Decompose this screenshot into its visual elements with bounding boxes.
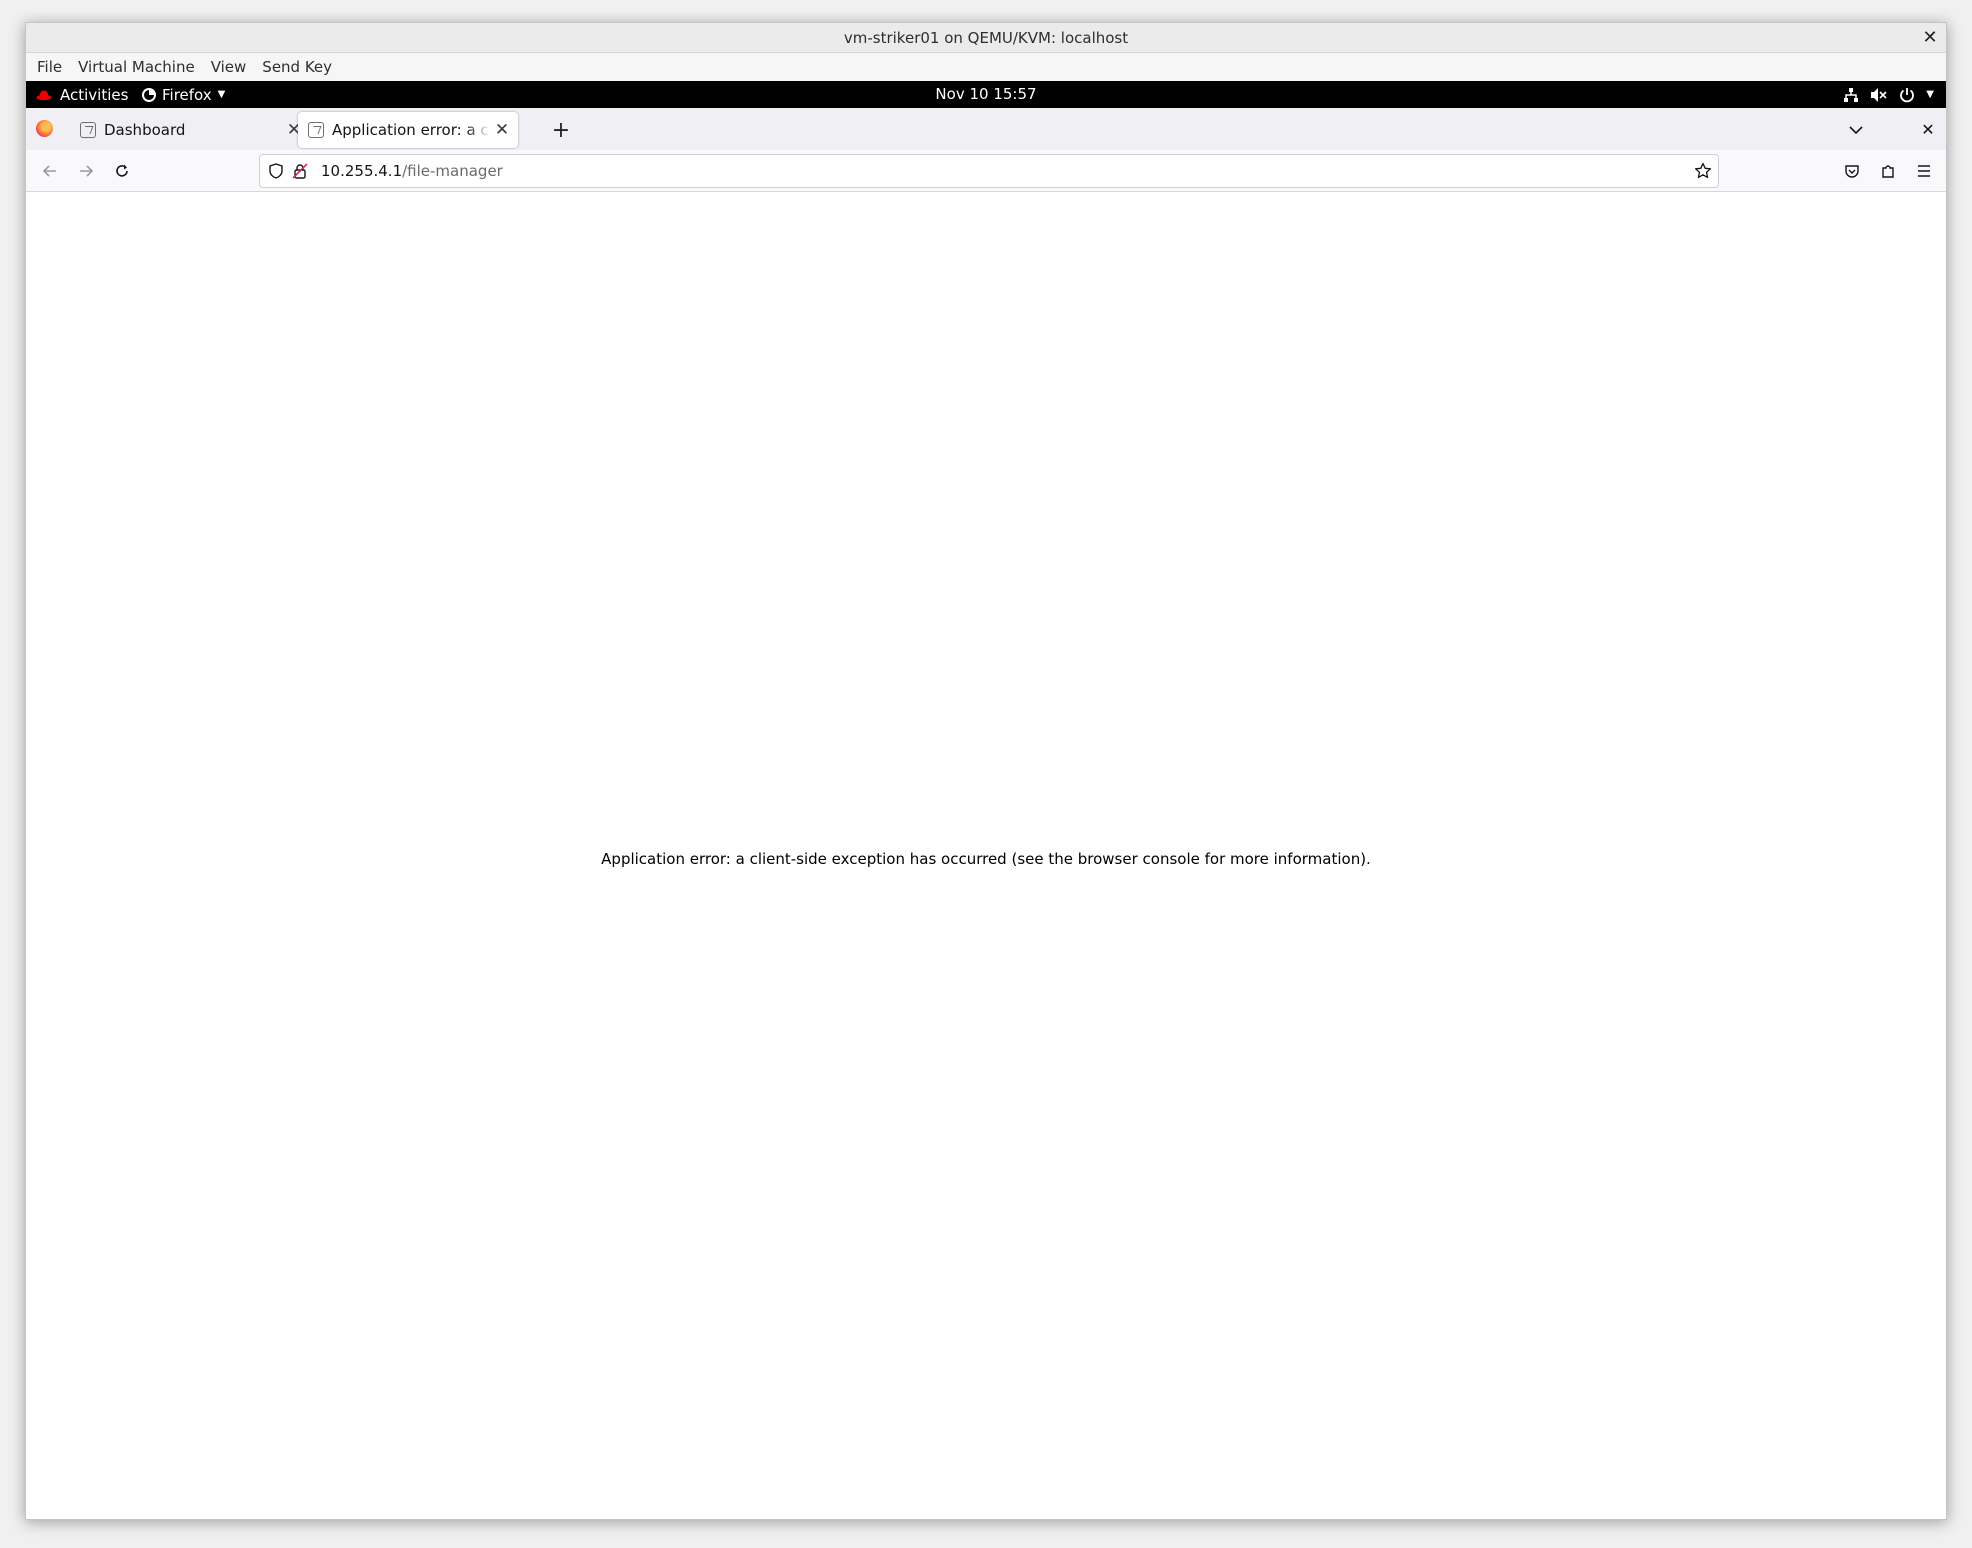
menu-virtual-machine[interactable]: Virtual Machine [70,53,203,81]
insecure-lock-icon[interactable] [292,163,308,179]
volume-muted-icon [1870,86,1888,104]
browser-close-icon[interactable]: ✕ [1916,118,1940,142]
reload-button[interactable] [110,159,134,183]
menu-file[interactable]: File [29,53,70,81]
window-title: vm-striker01 on QEMU/KVM: localhost [843,29,1129,47]
extensions-puzzle-icon[interactable] [1876,159,1900,183]
bookmark-star-icon[interactable] [1694,162,1712,180]
tray-caret-icon: ▼ [1926,89,1934,100]
navigation-toolbar: 10.255.4.1/file-manager [26,150,1946,192]
firefox-view-icon[interactable] [36,120,53,137]
back-button[interactable] [38,159,62,183]
vm-viewer-window: vm-striker01 on QEMU/KVM: localhost ✕ Fi… [25,22,1947,1520]
new-tab-button[interactable]: + [547,117,575,145]
system-tray[interactable]: ▼ [1842,81,1934,108]
url-host: 10.255.4.1 [321,162,403,180]
menubar: File Virtual Machine View Send Key [26,53,1946,81]
url-path: /file-manager [402,162,503,180]
tab-dashboard[interactable]: Dashboard ✕ [70,112,310,148]
toolbar-right [1840,159,1936,183]
tracking-protection-shield-icon[interactable] [268,163,284,179]
error-message: Application error: a client-side excepti… [601,850,1371,868]
tab-close-icon[interactable]: ✕ [490,118,514,142]
forward-arrow-icon [78,163,94,179]
tab-label: Application error: a client-side excepti… [332,121,490,139]
menu-send-key[interactable]: Send Key [254,53,340,81]
forward-button[interactable] [74,159,98,183]
tab-favicon-icon [80,122,96,138]
clock[interactable]: Nov 10 15:57 [26,81,1946,108]
tab-favicon-icon [308,122,324,138]
gnome-top-bar: Activities Firefox ▼ Nov 10 15:57 ▼ [26,81,1946,108]
list-all-tabs-button[interactable] [1844,118,1868,142]
pocket-icon[interactable] [1840,159,1864,183]
tab-strip: Dashboard ✕ Application error: a client-… [26,108,1946,150]
hamburger-menu-icon[interactable] [1912,159,1936,183]
menu-view[interactable]: View [203,53,255,81]
url-bar[interactable]: 10.255.4.1/file-manager [259,154,1719,188]
window-titlebar[interactable]: vm-striker01 on QEMU/KVM: localhost ✕ [26,23,1946,53]
chevron-down-icon [1849,125,1863,135]
page-content: Application error: a client-side excepti… [26,193,1946,1519]
tab-application-error[interactable]: Application error: a client-side excepti… [298,112,518,148]
back-arrow-icon [42,163,58,179]
network-icon [1842,86,1860,104]
reload-icon [114,163,130,179]
url-text: 10.255.4.1/file-manager [321,155,503,187]
window-close-icon[interactable]: ✕ [1918,26,1942,50]
power-icon [1898,86,1916,104]
tab-label: Dashboard [104,121,186,139]
